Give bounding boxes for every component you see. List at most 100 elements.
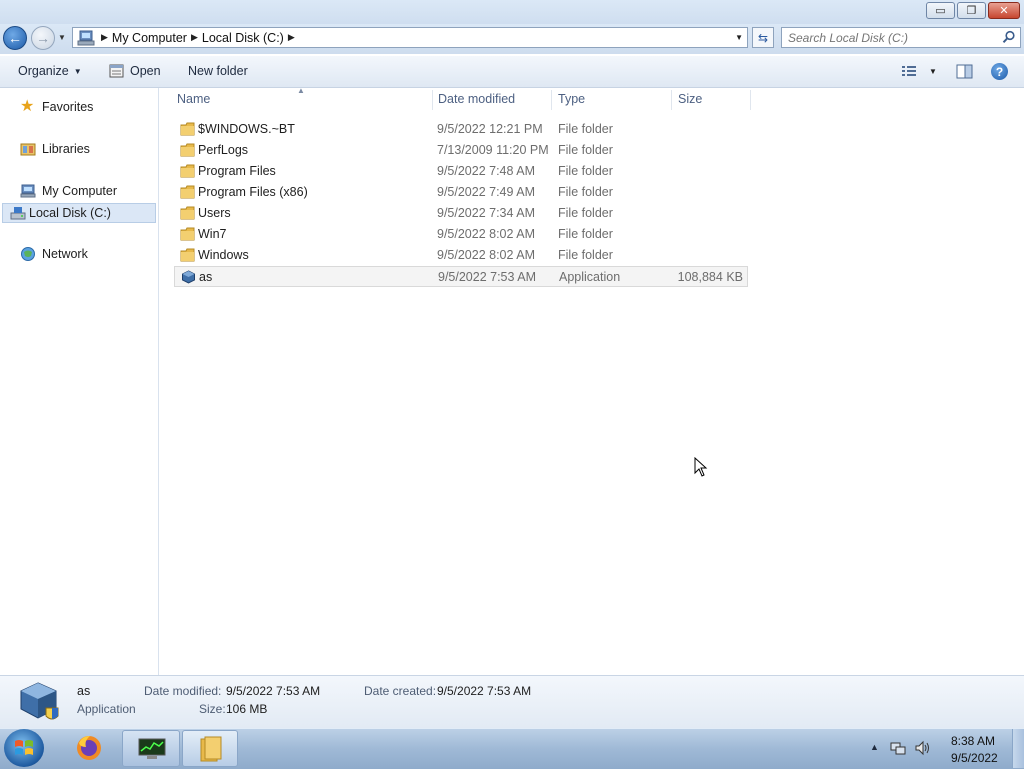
chevron-down-icon[interactable]: ▼ [929,67,937,76]
file-type: File folder [558,248,613,262]
breadcrumb-local-disk[interactable]: Local Disk (C:) [202,31,284,45]
close-icon: ✕ [999,5,1009,17]
show-desktop-button[interactable] [1012,729,1024,768]
nav-my-computer[interactable]: My Computer [20,183,117,199]
file-date-modified: 9/5/2022 7:34 AM [437,206,535,220]
application-icon [182,270,195,284]
folder-icon [180,248,195,262]
nav-favorites[interactable]: ★ Favorites [20,99,93,115]
file-row-selected[interactable]: as 9/5/2022 7:53 AM Application 108,884 … [174,266,748,287]
clock-date[interactable]: 9/5/2022 [951,751,998,765]
file-type: Application [559,270,621,284]
file-row[interactable]: Program Files (x86) 9/5/2022 7:49 AM Fil… [174,182,748,203]
network-icon [21,247,35,261]
folder-icon [200,736,222,762]
firefox-icon [77,736,101,760]
preview-pane-icon[interactable] [956,64,973,79]
file-date-modified: 9/5/2022 7:53 AM [438,270,536,284]
column-header-name[interactable]: Name [177,92,210,106]
folder-icon [180,227,195,241]
application-large-icon [20,682,59,720]
details-date-created-label: Date created: [364,684,437,698]
search-input[interactable] [788,31,998,45]
nav-libraries[interactable]: Libraries [20,141,90,157]
file-type: File folder [558,206,613,220]
taskbar-monitor-button[interactable] [122,730,180,767]
maximize-button[interactable]: ❐ [957,2,986,19]
search-box[interactable] [781,27,1021,48]
recent-pages-dropdown-icon[interactable]: ▼ [58,33,66,42]
folder-icon [180,143,195,157]
forward-button[interactable]: → [31,26,55,50]
file-size: 108,884 KB [677,270,743,284]
mouse-cursor-icon [694,457,708,477]
search-icon[interactable] [1002,30,1016,44]
performance-monitor-icon [138,738,166,759]
folder-icon [180,164,195,178]
file-name: $WINDOWS.~BT [198,122,295,136]
breadcrumb-separator-icon[interactable]: ▶ [101,32,108,43]
minimize-button[interactable]: ▭ [926,2,955,19]
file-date-modified: 9/5/2022 7:49 AM [437,185,535,199]
open-button[interactable]: Open [109,64,161,78]
network-tray-icon[interactable] [890,740,906,756]
file-type: File folder [558,164,613,178]
breadcrumb-separator-icon[interactable]: ▶ [288,32,295,43]
nav-network[interactable]: Network [20,246,88,262]
folder-icon [180,185,195,199]
taskbar-firefox-button[interactable] [66,730,112,767]
details-date-created-value: 9/5/2022 7:53 AM [437,684,532,698]
folder-icon [180,122,195,136]
file-date-modified: 9/5/2022 8:02 AM [437,248,535,262]
file-date-modified: 9/5/2022 7:48 AM [437,164,535,178]
file-row[interactable]: PerfLogs 7/13/2009 11:20 PM File folder [174,140,748,161]
taskbar-explorer-button[interactable] [182,730,238,767]
column-header-size[interactable]: Size [678,92,702,106]
file-row[interactable]: Program Files 9/5/2022 7:48 AM File fold… [174,161,748,182]
close-button[interactable]: ✕ [988,2,1020,19]
maximize-icon: ❐ [966,5,977,17]
forward-arrow-icon: → [36,30,50,46]
clock-time[interactable]: 8:38 AM [951,734,995,748]
file-row[interactable]: Win7 9/5/2022 8:02 AM File folder [174,224,748,245]
file-type: File folder [558,143,613,157]
column-divider[interactable] [671,90,672,110]
view-details-icon [902,66,916,76]
file-date-modified: 9/5/2022 12:21 PM [437,122,543,136]
volume-icon[interactable] [914,740,932,756]
organize-button[interactable]: Organize ▼ [18,64,82,78]
column-divider[interactable] [750,90,751,110]
file-row[interactable]: $WINDOWS.~BT 9/5/2022 12:21 PM File fold… [174,119,748,140]
address-dropdown-icon[interactable]: ▼ [735,33,743,42]
organize-label: Organize [18,64,69,78]
start-button[interactable] [4,729,44,767]
title-bar[interactable] [0,0,1024,24]
refresh-icon: ⇆ [757,30,769,45]
refresh-button[interactable]: ⇆ [752,27,774,48]
column-header-type[interactable]: Type [558,92,585,106]
address-bar[interactable]: ▶ My Computer ▶ Local Disk (C:) ▶ ▼ [72,27,748,48]
back-arrow-icon: ← [8,30,22,46]
breadcrumb-my-computer[interactable]: My Computer [112,31,187,45]
change-view-button[interactable]: ▼ [901,64,937,78]
star-icon: ★ [20,98,35,115]
column-header-date-modified[interactable]: Date modified [438,92,515,106]
file-row[interactable]: Users 9/5/2022 7:34 AM File folder [174,203,748,224]
breadcrumb-separator-icon[interactable]: ▶ [191,32,198,43]
file-type: File folder [558,122,613,136]
file-name: PerfLogs [198,143,249,157]
column-divider[interactable] [551,90,552,110]
help-icon[interactable]: ? [991,63,1008,80]
chevron-down-icon: ▼ [73,66,82,76]
nav-local-disk[interactable]: Local Disk (C:) [2,203,156,223]
new-folder-button[interactable]: New folder [188,64,248,78]
details-date-modified-label: Date modified: [144,684,222,698]
minimize-icon: ▭ [935,5,946,17]
computer-icon [77,30,95,45]
libraries-icon [20,143,36,156]
show-hidden-icons-button[interactable]: ▲ [870,742,879,752]
column-divider[interactable] [432,90,433,110]
back-button[interactable]: ← [3,26,27,50]
file-date-modified: 9/5/2022 8:02 AM [437,227,535,241]
file-row[interactable]: Windows 9/5/2022 8:02 AM File folder [174,245,748,266]
